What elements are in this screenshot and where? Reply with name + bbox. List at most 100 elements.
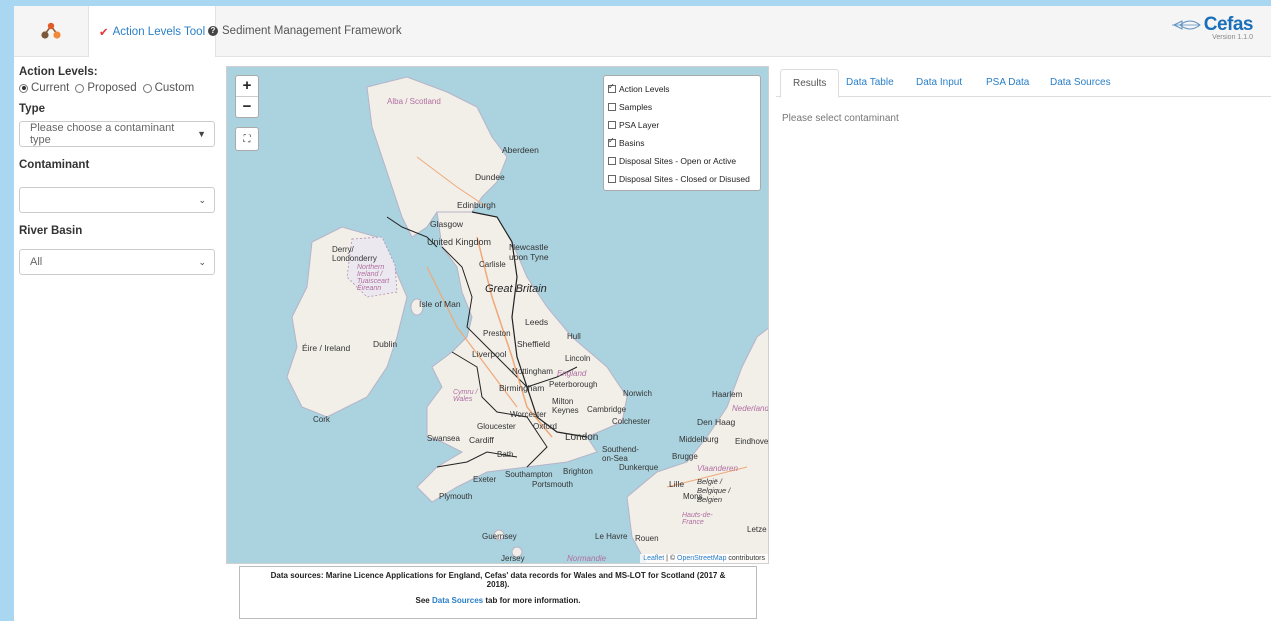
filter-panel: Action Levels: Current Proposed Custom T…	[19, 66, 219, 275]
zoom-out-button[interactable]: −	[236, 96, 258, 117]
tab-data-table[interactable]: Data Table	[834, 69, 906, 96]
contaminant-label: Contaminant	[19, 159, 90, 171]
hint-prefix: See	[415, 596, 432, 605]
checkbox[interactable]	[608, 82, 616, 93]
results-message: Please select contaminant	[782, 113, 899, 124]
layer-disposal-closed[interactable]: Disposal Sites - Closed or Disused	[608, 170, 756, 188]
map-label: Dublin	[373, 339, 398, 349]
map-label: Éire / Ireland	[302, 343, 351, 353]
map-label: Carlisle	[479, 260, 506, 269]
radio-label: Custom	[154, 82, 195, 94]
top-navbar: ✔ Action Levels Tool ? Sediment Manageme…	[14, 6, 1271, 57]
layer-psa[interactable]: PSA Layer	[608, 116, 756, 134]
layer-label: Disposal Sites - Closed or Disused	[619, 174, 750, 184]
radio-dot[interactable]	[142, 83, 152, 93]
tab-psa-data[interactable]: PSA Data	[974, 69, 1041, 96]
osm-link[interactable]: OpenStreetMap	[677, 555, 726, 562]
radio-dot[interactable]	[75, 83, 85, 93]
map-label: Rouen	[635, 534, 659, 543]
fullscreen-icon: ⛶	[243, 133, 251, 145]
layer-disposal-open[interactable]: Disposal Sites - Open or Active	[608, 152, 756, 170]
checkbox[interactable]	[608, 136, 616, 147]
layer-label: Basins	[619, 138, 645, 148]
map-label: Brighton	[563, 467, 593, 476]
radio-label: Proposed	[87, 82, 137, 94]
tab-label: Sediment Management Framework	[222, 25, 402, 37]
question-circle-icon: ?	[208, 26, 218, 36]
chevron-down-icon: ⌄	[198, 256, 206, 267]
map-label: Hull	[567, 332, 581, 341]
tab-action-levels-tool[interactable]: ✔ Action Levels Tool	[88, 6, 217, 57]
leaflet-link[interactable]: Leaflet	[643, 555, 664, 562]
map-label: Middelburg	[679, 435, 719, 444]
map-label: London	[565, 432, 599, 443]
map-view[interactable]: Alba / Scotland Aberdeen Dundee Edinburg…	[226, 66, 769, 564]
map-label: Swansea	[427, 434, 460, 443]
map-attribution: Leaflet | © OpenStreetMap contributors	[640, 554, 768, 563]
map-label: Vlaanderen	[697, 464, 738, 473]
map-label: Gloucester	[477, 422, 516, 431]
layer-label: PSA Layer	[619, 120, 660, 130]
layer-label: Disposal Sites - Open or Active	[619, 156, 737, 166]
map-label: Sheffield	[517, 339, 550, 349]
river-basin-select[interactable]: All ⌄	[19, 249, 215, 275]
map-label: Newcastle upon Tyne	[509, 242, 549, 262]
action-levels-radio-group: Current Proposed Custom	[19, 82, 219, 94]
chevron-down-icon: ⌄	[198, 194, 206, 205]
results-tabs: Results Data Table Data Input PSA Data D…	[776, 69, 1271, 98]
tab-results[interactable]: Results	[780, 69, 840, 98]
map-label: Eindhoven	[735, 437, 769, 446]
type-select-placeholder: Please choose a contaminant type	[30, 122, 175, 146]
radio-current[interactable]: Current	[19, 82, 69, 94]
map-label: United Kingdom	[427, 237, 492, 247]
radio-custom[interactable]: Custom	[142, 82, 195, 94]
map-label: Derry/ Londonderry	[332, 245, 377, 263]
map-label: Bath	[497, 450, 514, 459]
map-label: Cork	[313, 415, 330, 424]
app-logo[interactable]	[14, 6, 88, 56]
map-label: Leeds	[525, 317, 549, 327]
fullscreen-button[interactable]: ⛶	[235, 127, 259, 151]
layer-label: Samples	[619, 102, 653, 112]
map-label: Liverpool	[472, 349, 507, 359]
map-label: Cardiff	[469, 435, 494, 445]
map-label: Preston	[483, 329, 511, 338]
map-label: Jersey	[501, 554, 525, 563]
layer-control: Action Levels Samples PSA Layer Basins D…	[603, 75, 761, 191]
fish-icon	[1171, 20, 1201, 30]
data-sources-note: Data sources: Marine Licence Application…	[239, 566, 757, 619]
contaminant-select[interactable]: ⌄	[19, 187, 215, 213]
map-label: Brugge	[672, 452, 698, 461]
map-label: Colchester	[612, 417, 651, 426]
checkbox[interactable]	[608, 175, 616, 183]
attribution-suffix: contributors	[726, 555, 765, 562]
radio-proposed[interactable]: Proposed	[75, 82, 137, 94]
map-label: Den Haag	[697, 417, 736, 427]
action-levels-label: Action Levels:	[19, 66, 98, 78]
tab-data-sources[interactable]: Data Sources	[1038, 69, 1123, 96]
data-sources-link[interactable]: Data Sources	[432, 596, 483, 605]
data-sources-hint: See Data Sources tab for more informatio…	[240, 596, 756, 605]
type-select[interactable]: Please choose a contaminant type ▼	[19, 121, 215, 147]
map-label: England	[557, 369, 587, 378]
layer-basins[interactable]: Basins	[608, 134, 756, 152]
map-label: Le Havre	[595, 532, 628, 541]
tab-sediment-management-framework[interactable]: ? Sediment Management Framework	[198, 6, 412, 56]
checkbox[interactable]	[608, 103, 616, 111]
map-label: Plymouth	[439, 492, 473, 501]
radio-dot[interactable]	[19, 83, 28, 93]
map-label: Glasgow	[430, 219, 464, 229]
map-label: Northern Ireland / Tuaisceart Éireann	[357, 264, 390, 292]
layer-action-levels[interactable]: Action Levels	[608, 80, 756, 98]
layer-samples[interactable]: Samples	[608, 98, 756, 116]
map-label: Norwich	[623, 389, 652, 398]
checkbox[interactable]	[608, 121, 616, 129]
checkbox[interactable]	[608, 157, 616, 165]
map-label: Birmingham	[499, 383, 545, 393]
map-label: Alba / Scotland	[387, 97, 441, 106]
river-basin-select-value: All	[30, 256, 43, 268]
tab-data-input[interactable]: Data Input	[904, 69, 974, 96]
zoom-in-button[interactable]: +	[236, 76, 258, 96]
map-label: België / Belgique / Belgien	[697, 477, 731, 504]
map-label: Isle of Man	[419, 299, 461, 309]
